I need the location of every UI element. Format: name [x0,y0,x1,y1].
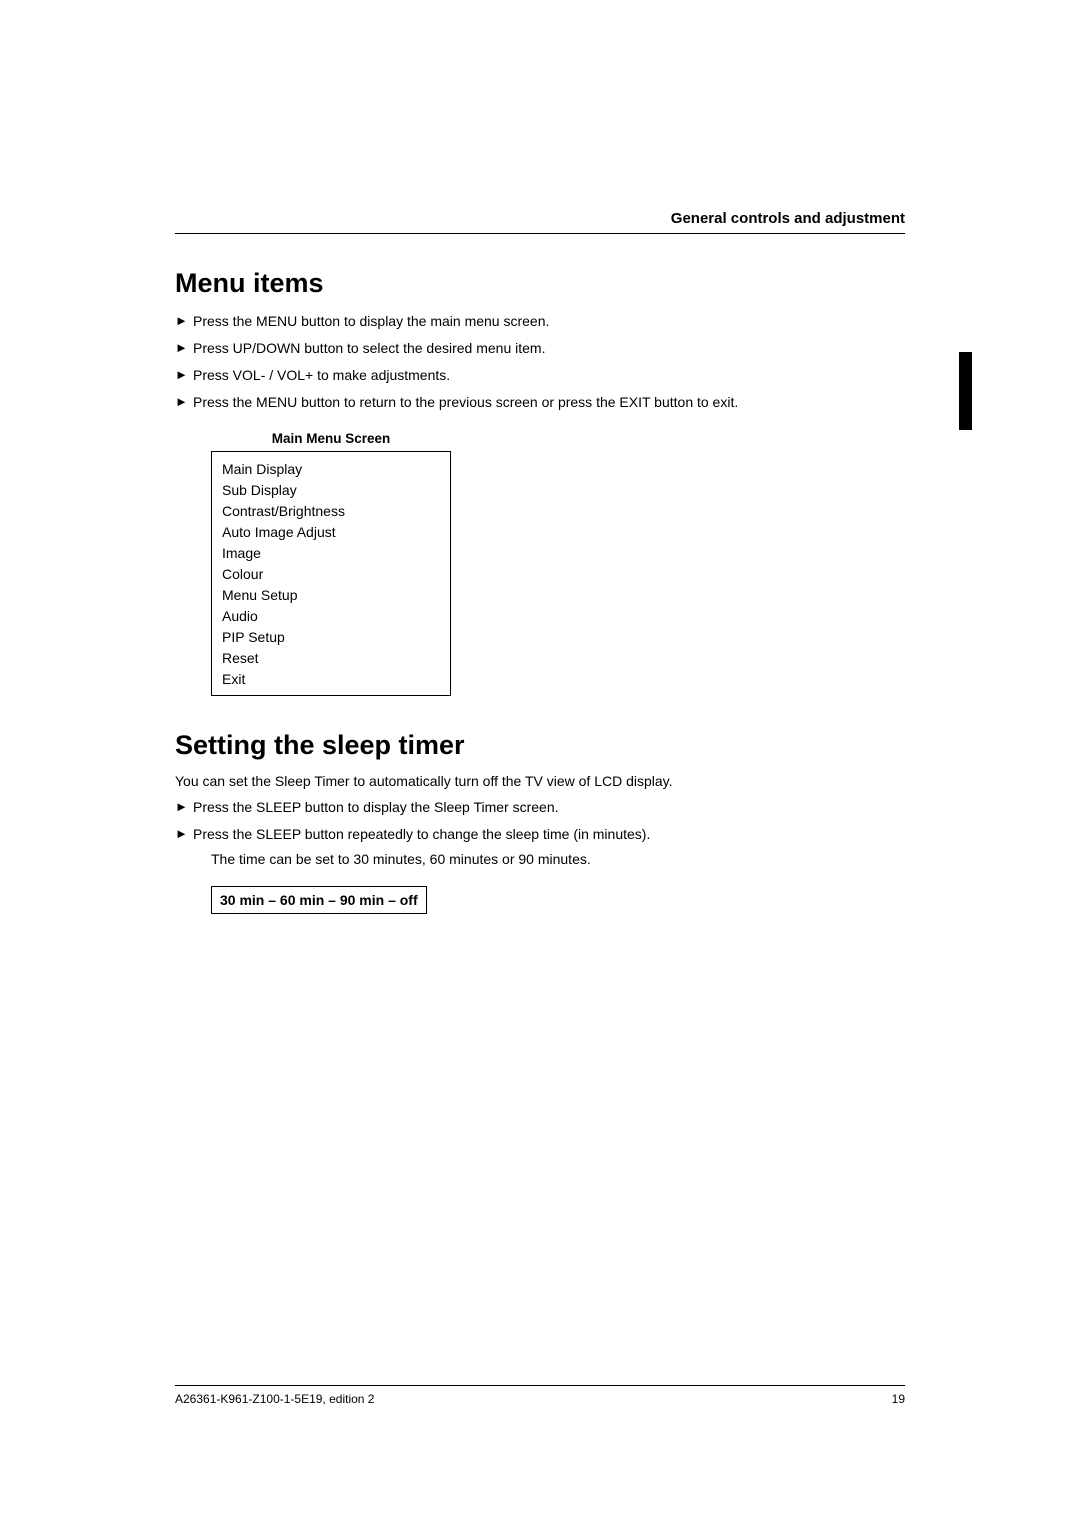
sleep-timer-values-box: 30 min – 60 min – 90 min – off [211,886,427,914]
list-item: ► Press UP/DOWN button to select the des… [175,338,905,359]
page-footer: A26361-K961-Z100-1-5E19, edition 2 19 [175,1385,905,1406]
sleep-timer-intro: You can set the Sleep Timer to automatic… [175,773,905,789]
triangle-icon: ► [175,797,193,818]
list-item: ► Press the SLEEP button to display the … [175,797,905,818]
page-side-tab [959,352,972,430]
step-text: Press the SLEEP button repeatedly to cha… [193,824,905,845]
menu-items-steps: ► Press the MENU button to display the m… [175,311,905,413]
list-item: ► Press the MENU button to display the m… [175,311,905,332]
menu-option: Menu Setup [222,584,440,605]
triangle-icon: ► [175,365,193,386]
list-item: ► Press VOL- / VOL+ to make adjustments. [175,365,905,386]
sleep-timer-note: The time can be set to 30 minutes, 60 mi… [211,849,905,870]
menu-option: Image [222,542,440,563]
menu-option: Main Display [222,458,440,479]
step-text: Press the SLEEP button to display the Sl… [193,797,905,818]
list-item: ► Press the SLEEP button repeatedly to c… [175,824,905,845]
footer-doc-id: A26361-K961-Z100-1-5E19, edition 2 [175,1392,374,1406]
header-title: General controls and adjustment [671,210,905,227]
menu-option: Sub Display [222,479,440,500]
menu-option: Auto Image Adjust [222,521,440,542]
menu-option: PIP Setup [222,626,440,647]
triangle-icon: ► [175,338,193,359]
footer-page-number: 19 [892,1392,905,1406]
sleep-timer-steps: ► Press the SLEEP button to display the … [175,797,905,845]
main-menu-screen-figure: Main Menu Screen Main Display Sub Displa… [211,431,905,696]
menu-box-caption: Main Menu Screen [211,431,451,446]
menu-option: Audio [222,605,440,626]
step-text: Press the MENU button to return to the p… [193,392,905,413]
running-header: General controls and adjustment [175,210,905,234]
section-heading-sleep-timer: Setting the sleep timer [175,730,905,761]
menu-option: Reset [222,647,440,668]
step-text: Press VOL- / VOL+ to make adjustments. [193,365,905,386]
menu-option: Contrast/Brightness [222,500,440,521]
step-text: Press UP/DOWN button to select the desir… [193,338,905,359]
step-text: Press the MENU button to display the mai… [193,311,905,332]
menu-option: Colour [222,563,440,584]
triangle-icon: ► [175,311,193,332]
document-page: General controls and adjustment Menu ite… [0,0,1080,1528]
main-menu-box: Main Display Sub Display Contrast/Bright… [211,451,451,696]
section-heading-menu-items: Menu items [175,268,905,299]
list-item: ► Press the MENU button to return to the… [175,392,905,413]
triangle-icon: ► [175,392,193,413]
triangle-icon: ► [175,824,193,845]
menu-option: Exit [222,668,440,689]
